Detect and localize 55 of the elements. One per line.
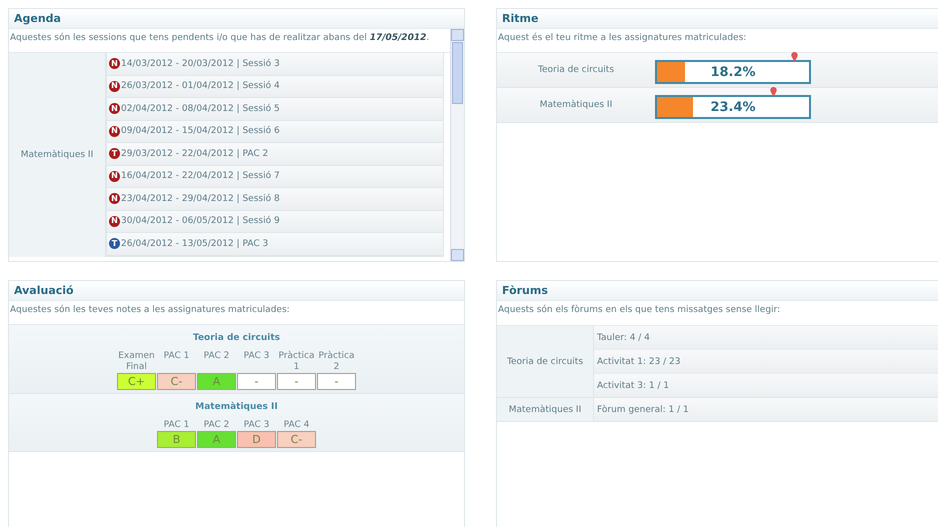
forum-link[interactable]: Fòrum general: 1 / 1 <box>594 398 938 421</box>
status-badge: N <box>109 80 120 92</box>
subject-name: Matemàtiques II <box>195 402 278 412</box>
agenda-row[interactable]: N 09/04/2012 - 15/04/2012 | Sessió 6 <box>107 120 443 143</box>
grade-label: Pràctica 1 <box>278 351 316 373</box>
agenda-row[interactable]: N 02/04/2012 - 08/04/2012 | Sessió 5 <box>107 98 443 120</box>
agenda-row[interactable]: N 26/03/2012 - 01/04/2012 | Sessió 4 <box>107 76 443 98</box>
grade-label: PAC 4 <box>284 420 310 431</box>
grade-label: PAC 2 <box>204 351 230 363</box>
panel-title: Ritme <box>497 9 938 29</box>
agenda-row[interactable]: N 16/04/2012 - 22/04/2012 | Sessió 7 <box>107 166 443 188</box>
grade-value: A <box>197 431 236 448</box>
subject-name: Teoria de circuits <box>536 65 616 75</box>
agenda-row[interactable]: T 29/03/2012 - 22/04/2012 | PAC 2 <box>107 143 443 166</box>
subject-name: Matemàtiques II <box>9 53 106 256</box>
subject-name: Matemàtiques II <box>538 100 614 110</box>
status-badge: T <box>109 148 120 160</box>
grade-label: PAC 3 <box>244 420 270 431</box>
grade-value: B <box>157 431 196 448</box>
agenda-row[interactable]: N 14/03/2012 - 20/03/2012 | Sessió 3 <box>107 53 443 76</box>
grade-value: D <box>237 431 276 448</box>
grade-value: C- <box>157 373 196 390</box>
status-badge: N <box>109 170 120 182</box>
status-badge: N <box>109 103 120 114</box>
grade-value: C+ <box>117 373 156 390</box>
grade-value: - <box>277 373 316 390</box>
subject-name: Matemàtiques II <box>497 398 594 421</box>
panel-title: Avaluació <box>9 281 464 301</box>
grade-label: PAC 3 <box>244 351 270 363</box>
grade-value: A <box>197 373 236 390</box>
status-badge: N <box>109 193 120 204</box>
panel-title: Fòrums <box>497 281 938 301</box>
agenda-row[interactable]: N 23/04/2012 - 29/04/2012 | Sessió 8 <box>107 188 443 210</box>
panel-title: Agenda <box>9 9 464 29</box>
status-badge: N <box>109 58 120 70</box>
forum-link[interactable]: Tauler: 4 / 4 <box>594 326 938 350</box>
grade-label: Pràctica 2 <box>318 351 356 373</box>
grade-label: PAC 2 <box>204 420 230 431</box>
progress-reading: 18.2% <box>709 64 757 82</box>
agenda-row[interactable]: N 30/04/2012 - 06/05/2012 | Sessió 9 <box>107 210 443 233</box>
grade-label: PAC 1 <box>164 351 190 363</box>
grade-value: - <box>317 373 356 390</box>
grade-label: PAC 1 <box>164 420 190 431</box>
forum-link[interactable]: Activitat 1: 23 / 23 <box>594 350 938 374</box>
progress-reading: 23.4% <box>709 98 757 116</box>
forum-link[interactable]: Activitat 3: 1 / 1 <box>594 374 938 397</box>
grade-value: - <box>237 373 276 390</box>
subject-name: Teoria de circuits <box>497 326 594 397</box>
grade-value: C- <box>277 431 316 448</box>
status-badge: T <box>109 238 120 250</box>
status-badge: N <box>109 216 120 227</box>
agenda-row[interactable]: T 26/04/2012 - 13/05/2012 | PAC 3 <box>107 233 443 256</box>
subject-name: Teoria de circuits <box>193 333 280 343</box>
grade-label: Examen Final <box>117 351 156 373</box>
status-badge: N <box>109 126 120 137</box>
